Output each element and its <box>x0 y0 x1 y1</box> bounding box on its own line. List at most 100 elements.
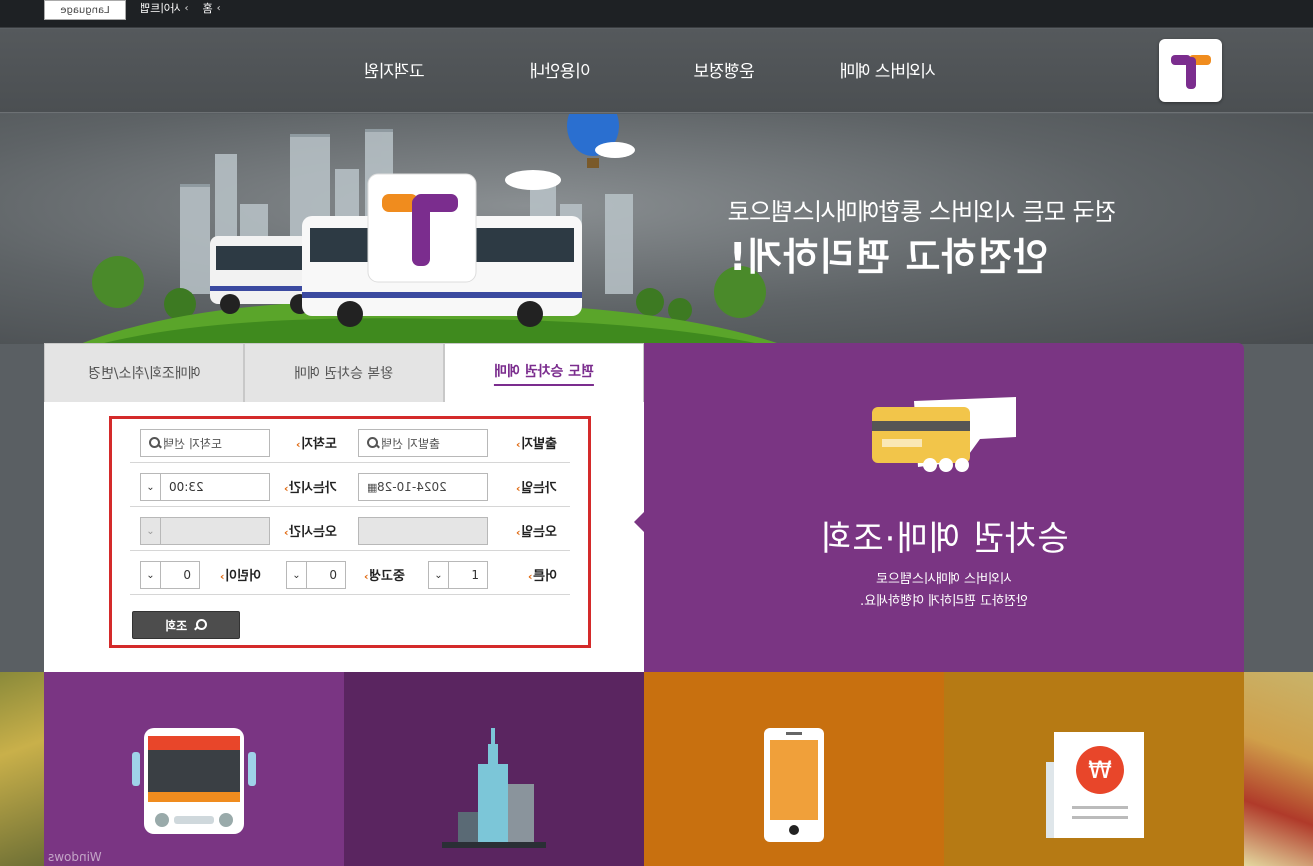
adult-count-select[interactable]: ⌄ 1 <box>428 561 488 589</box>
return-time-select[interactable]: ⌄ <box>140 517 270 545</box>
arrival-label: ›도착지 <box>294 433 336 452</box>
chevron-right-icon: › <box>516 482 521 495</box>
tab-one-way[interactable]: 편도 승차권 예매 <box>444 343 644 403</box>
mobile-phone-icon <box>764 728 824 842</box>
chevron-right-icon: › <box>184 2 189 14</box>
form-row-return-date: ›오는일 ›오는시간 ⌄ <box>130 507 570 551</box>
promo-title: 승차권 예매·조회 <box>644 511 1244 560</box>
promo-desc-line-1-text: 시외버스 예매시스템으로 <box>876 572 1012 587</box>
child-count-value: 0 <box>183 568 191 582</box>
gnb-item-label: 고객지원 <box>364 62 425 82</box>
promo-description: 시외버스 예매시스템으로 안전하고 편리하게 여행하세요. <box>644 569 1244 613</box>
reservation-tabs: 예매조회/취소/변경 왕복 승차권 예매 편도 승차권 예매 <box>44 343 644 403</box>
bottom-right-photo <box>1244 672 1313 866</box>
chevron-right-icon: › <box>516 526 521 539</box>
gnb-item-schedule[interactable]: 운행정보 <box>694 57 755 82</box>
receipt-won-icon: ₩ <box>1046 732 1144 838</box>
sitemap-link[interactable]: › 사이트맵 <box>140 0 188 16</box>
tile-fare[interactable]: ₩ <box>944 672 1244 866</box>
credit-card-hand-icon <box>872 397 1016 472</box>
reservation-panel: ›출발지 출발지 선택 ›도착지 도착지 선택 ›가는일 ▦ 2024-10-2… <box>44 402 644 672</box>
tile-bus[interactable] <box>44 672 344 866</box>
go-time-select[interactable]: ⌄ 23:00 <box>140 473 270 501</box>
gnb-item-label: 시외버스 예매 <box>840 62 936 82</box>
sitemap-link-label: 사이트맵 <box>140 2 181 15</box>
arrival-field[interactable]: 도착지 선택 <box>140 429 270 457</box>
tab-reservation-inquiry[interactable]: 예매조회/취소/변경 <box>44 343 244 403</box>
chevron-down-icon: ⌄ <box>141 562 161 588</box>
gnb-item-intercity-reservation[interactable]: 시외버스 예매 <box>840 57 936 82</box>
return-time-label-text: 오는시간 <box>288 525 337 540</box>
student-count-select[interactable]: ⌄ 0 <box>286 561 346 589</box>
gnb-item-label: 운행정보 <box>694 62 755 82</box>
go-time-value: 23:00 <box>169 480 204 494</box>
child-count-select[interactable]: ⌄ 0 <box>140 561 200 589</box>
chevron-right-icon: › <box>516 438 521 451</box>
gnb-item-label: 이용안내 <box>530 62 591 82</box>
chevron-down-icon: ⌄ <box>429 562 449 588</box>
promo-desc-line-2-text: 안전하고 편리하게 여행하세요. <box>860 594 1028 609</box>
adult-label-text: 어른 <box>532 569 557 584</box>
arrival-label-text: 도착지 <box>300 437 337 452</box>
chevron-down-icon: ⌄ <box>141 518 161 544</box>
chevron-down-icon: ⌄ <box>287 562 307 588</box>
arrival-placeholder: 도착지 선택 <box>163 436 223 451</box>
promo-title-text: 승차권 예매·조회 <box>819 519 1069 559</box>
language-button[interactable]: Language <box>44 0 126 20</box>
top-utility-bar: Language › 홈 › 사이트맵 <box>0 0 1313 28</box>
departure-label-text: 출발지 <box>520 437 557 452</box>
hero-title-text: 안전하고 편리하게! <box>728 235 1049 279</box>
tile-mobile[interactable] <box>644 672 944 866</box>
promo-desc-line-1: 시외버스 예매시스템으로 <box>644 569 1244 591</box>
go-date-label-text: 가는일 <box>520 481 557 496</box>
go-date-value: 2024-10-28 <box>377 480 448 494</box>
form-row-passengers: ›어른 ⌄ 1 ›중고생 ⌄ 0 ›어린이 ⌄ 0 <box>130 551 570 595</box>
promo-desc-line-2: 안전하고 편리하게 여행하세요. <box>644 591 1244 613</box>
promo-ticket-panel[interactable]: 승차권 예매·조회 시외버스 예매시스템으로 안전하고 편리하게 여행하세요. <box>644 343 1244 672</box>
form-row-route: ›출발지 출발지 선택 ›도착지 도착지 선택 <box>130 419 570 463</box>
home-link[interactable]: › 홈 <box>202 0 220 16</box>
tile-terminal[interactable] <box>344 672 644 866</box>
hero-title: 안전하고 편리하게! <box>728 226 1048 281</box>
student-label: ›중고생 <box>362 565 404 584</box>
utility-links: › 홈 › 사이트맵 <box>140 0 221 16</box>
go-date-label: ›가는일 <box>514 477 556 496</box>
adult-label: ›어른 <box>526 565 556 584</box>
go-date-field[interactable]: ▦ 2024-10-28 <box>358 473 488 501</box>
building-icon <box>442 728 546 848</box>
gnb-item-guide[interactable]: 이용안내 <box>530 57 591 82</box>
return-time-label: ›오는시간 <box>282 521 336 540</box>
tab-round-trip[interactable]: 왕복 승차권 예매 <box>244 343 444 403</box>
windows-watermark: Windows <box>48 850 102 864</box>
departure-placeholder: 출발지 선택 <box>381 436 441 451</box>
home-link-label: 홈 <box>202 2 213 15</box>
calendar-icon: ▦ <box>367 480 378 494</box>
return-date-label: ›오는일 <box>514 521 556 540</box>
bottom-left-photo <box>0 672 44 866</box>
search-icon <box>149 436 163 450</box>
reservation-form: ›출발지 출발지 선택 ›도착지 도착지 선택 ›가는일 ▦ 2024-10-2… <box>109 416 591 648</box>
search-button[interactable]: 조회 <box>132 611 240 639</box>
departure-field[interactable]: 출발지 선택 <box>358 429 488 457</box>
tab-label: 편도 승차권 예매 <box>494 360 594 386</box>
chevron-right-icon: › <box>528 570 533 583</box>
t-logo-icon[interactable] <box>1159 39 1222 102</box>
chevron-right-icon: › <box>296 438 301 451</box>
global-navigation: 시외버스 예매 운행정보 이용안내 고객지원 <box>0 29 1313 113</box>
student-count-value: 0 <box>329 568 337 582</box>
chevron-down-icon: ⌄ <box>141 474 161 500</box>
child-label-text: 어린이 <box>224 569 261 584</box>
child-label: ›어린이 <box>218 565 260 584</box>
tab-label: 왕복 승차권 예매 <box>294 366 394 382</box>
gnb-item-support[interactable]: 고객지원 <box>364 57 425 82</box>
go-time-label: ›가는시간 <box>282 477 336 496</box>
city-bus-illustration <box>80 114 780 344</box>
form-row-departure-date: ›가는일 ▦ 2024-10-28 ›가는시간 ⌄ 23:00 <box>130 463 570 507</box>
tab-label: 예매조회/취소/변경 <box>87 366 201 382</box>
chevron-right-icon: › <box>216 2 221 14</box>
hero-banner: 전국 모든 시외버스 통합예매시스템으로 안전하고 편리하게! <box>0 114 1313 344</box>
search-button-label: 조회 <box>164 618 188 633</box>
return-date-field[interactable] <box>358 517 488 545</box>
search-icon <box>193 618 208 632</box>
return-date-label-text: 오는일 <box>520 525 557 540</box>
